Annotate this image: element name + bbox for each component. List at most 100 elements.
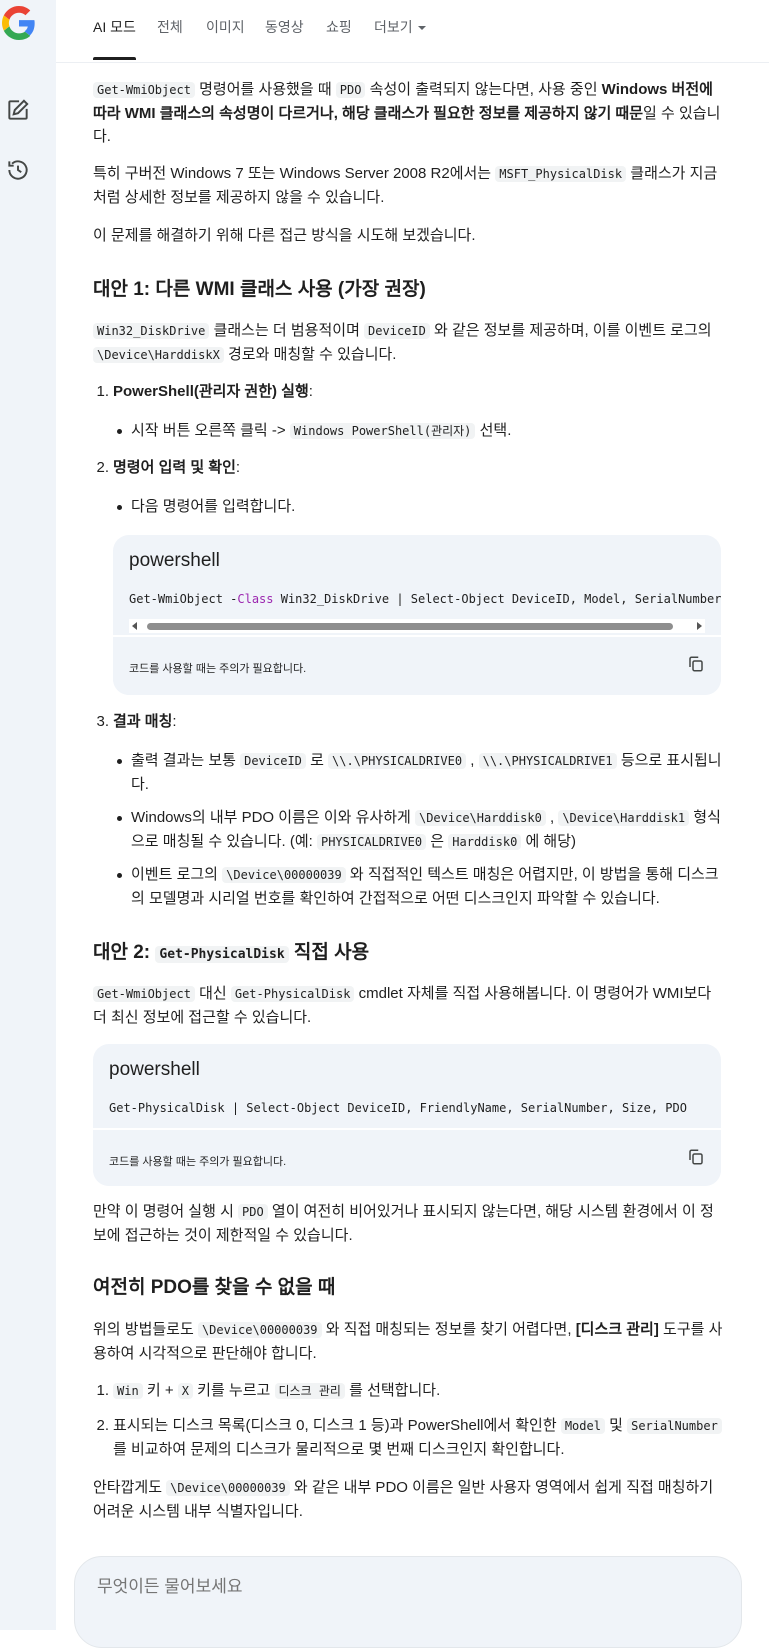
tab-all[interactable]: 전체 <box>157 17 183 37</box>
closing-paragraph: 안타깝게도 \Device\00000039 와 같은 내부 PDO 이름은 일… <box>93 1476 723 1523</box>
text: 속성이 출력되지 않는다면, 사용 중인 <box>365 81 602 98</box>
text: 대신 <box>194 985 231 1002</box>
tab-images[interactable]: 이미지 <box>206 17 245 37</box>
code-footer: 코드를 사용할 때는 주의가 필요합니다. <box>113 635 721 695</box>
copy-icon[interactable] <box>687 655 705 673</box>
inline-code: Model <box>560 1418 605 1434</box>
google-logo[interactable] <box>2 6 36 40</box>
code-keyword: Class <box>237 592 274 606</box>
code-block: powershell Get-WmiObject -Class Win32_Di… <box>113 535 721 695</box>
inline-code: \Device\HarddiskX <box>93 347 224 363</box>
inline-code: SerialNumber <box>627 1418 722 1434</box>
tab-videos[interactable]: 동영상 <box>265 17 304 37</box>
inline-code: Windows PowerShell(관리자) <box>289 423 476 439</box>
inline-code: PDO <box>335 82 366 98</box>
list-item: 시작 버튼 오른쪽 클릭 -> Windows PowerShell(관리자) … <box>93 419 723 442</box>
text: 키를 누르고 <box>192 1382 275 1399</box>
chevron-down-icon <box>417 26 426 31</box>
text: 출력 결과는 보통 <box>131 752 241 769</box>
inline-code: DeviceID <box>240 753 306 769</box>
text: , <box>466 752 479 769</box>
inline-code: \Device\00000039 <box>166 1480 290 1496</box>
code-line[interactable]: Get-PhysicalDisk | Select-Object DeviceI… <box>109 1097 687 1120</box>
tab-shopping[interactable]: 쇼핑 <box>326 17 352 37</box>
tab-ai-mode[interactable]: AI 모드 <box>93 17 136 60</box>
ask-input[interactable] <box>95 1571 659 1603</box>
inline-code: \Device\00000039 <box>222 867 346 883</box>
list-item: 다음 명령어를 입력합니다. <box>93 495 723 518</box>
code-caution-note: 코드를 사용할 때는 주의가 필요합니다. <box>109 1156 287 1168</box>
heading-alternative-2: 대안 2: Get-PhysicalDisk 직접 사용 <box>93 940 723 968</box>
text: 만약 이 명령어 실행 시 <box>93 1203 239 1220</box>
alt2-note-paragraph: 만약 이 명령어 실행 시 PDO 열이 여전히 비어있거나 표시되지 않는다면… <box>93 1200 723 1247</box>
text: 클래스는 더 범용적이며 <box>209 322 365 339</box>
history-icon[interactable] <box>5 157 31 183</box>
text: 다음 명령어를 입력합니다. <box>131 498 296 515</box>
fallback-step-1: 1. Win 키 + X 키를 누르고 디스크 관리 를 선택합니다. <box>93 1379 723 1403</box>
text: : <box>308 383 313 400</box>
step-title: PowerShell(관리자 권한) 실행 <box>113 383 309 400</box>
text: 명령어를 사용했을 때 <box>194 81 336 98</box>
text: 를 선택합니다. <box>344 1382 441 1399</box>
alt1-description: Win32_DiskDrive 클래스는 더 범용적이며 DeviceID 와 … <box>93 319 723 367</box>
intro-paragraph: Get-WmiObject 명령어를 사용했을 때 PDO 속성이 출력되지 않… <box>93 78 723 148</box>
step-2: 2. 명령어 입력 및 확인: <box>93 456 723 479</box>
text: 와 같은 정보를 제공하며, 이를 이벤트 로그의 <box>429 322 712 339</box>
inline-code: \Device\Harddisk0 <box>414 810 546 826</box>
heading-fallback: 여전히 PDO를 찾을 수 없을 때 <box>93 1277 336 1298</box>
new-chat-icon[interactable] <box>5 97 31 123</box>
scroll-thumb[interactable] <box>147 623 673 630</box>
step-1: 1. PowerShell(관리자 권한) 실행: <box>93 380 723 403</box>
bullet-icon <box>117 759 122 764</box>
list-item: 출력 결과는 보통 DeviceID 로 \\.\PHYSICALDRIVE0 … <box>93 749 723 796</box>
code-footer: 코드를 사용할 때는 주의가 필요합니다. <box>93 1128 721 1186</box>
sidebar <box>0 0 56 1630</box>
inline-code: Harddisk0 <box>448 834 522 850</box>
bullet-icon <box>117 873 122 878</box>
bullet-icon <box>117 429 122 434</box>
text: Windows의 내부 PDO 이름은 이와 유사하게 <box>131 809 415 826</box>
text: 경로와 매칭할 수 있습니다. <box>223 346 397 363</box>
heading-text: 직접 사용 <box>288 942 370 963</box>
text: 시작 버튼 오른쪽 클릭 -> <box>131 422 290 439</box>
tab-more[interactable]: 더보기 <box>374 17 426 37</box>
text: , <box>545 809 559 826</box>
scroll-right-icon[interactable] <box>697 622 702 630</box>
step-number: 2. <box>96 459 109 476</box>
list-item: Windows의 내부 PDO 이름은 이와 유사하게 \Device\Hard… <box>93 806 723 854</box>
inline-code: 디스크 관리 <box>274 1383 345 1399</box>
bullet-icon <box>117 505 122 510</box>
inline-code: \Device\00000039 <box>197 1322 322 1338</box>
text: : <box>235 459 241 476</box>
text: 와 직접 매칭되는 정보를 찾기 어렵다면, <box>321 1321 576 1338</box>
inline-code: DeviceID <box>364 323 430 339</box>
top-navigation: AI 모드 전체 이미지 동영상 쇼핑 더보기 <box>56 0 769 63</box>
bullet-icon <box>117 816 122 821</box>
text: 를 비교하여 문제의 디스크가 물리적으로 몇 번째 디스크인지 확인합니다. <box>113 1441 565 1458</box>
inline-code: Get-WmiObject <box>93 986 195 1002</box>
code-language-label: powershell <box>109 1059 200 1080</box>
step-3: 3. 결과 매칭: <box>93 710 723 733</box>
copy-icon[interactable] <box>687 1148 705 1166</box>
horizontal-scrollbar[interactable] <box>129 619 705 633</box>
text: : <box>172 713 177 730</box>
inline-code: \Device\Harddisk1 <box>558 810 690 826</box>
heading-alternative-1: 대안 1: 다른 WMI 클래스 사용 (가장 권장) <box>93 279 426 300</box>
code-text: Get-WmiObject - <box>129 592 238 606</box>
fallback-step-2: 2. 표시되는 디스크 목록(디스크 0, 디스크 1 등)과 PowerShe… <box>93 1414 723 1461</box>
step-title: 명령어 입력 및 확인 <box>113 459 236 476</box>
list-item: 이벤트 로그의 \Device\00000039 와 직접적인 텍스트 매칭은 … <box>93 863 723 910</box>
inline-code: Win <box>113 1383 143 1399</box>
code-line[interactable]: Get-WmiObject -Class Win32_DiskDrive | S… <box>129 588 721 611</box>
step-number: 2. <box>96 1417 109 1434</box>
text: 및 <box>604 1417 628 1434</box>
code-caution-note: 코드를 사용할 때는 주의가 필요합니다. <box>129 663 307 675</box>
inline-code: X <box>177 1383 193 1399</box>
inline-code: Get-WmiObject <box>93 82 195 98</box>
text: 위의 방법들로도 <box>93 1321 198 1338</box>
step-number: 3. <box>96 713 109 730</box>
fallback-description: 위의 방법들로도 \Device\00000039 와 직접 매칭되는 정보를 … <box>93 1318 723 1365</box>
text: 로 <box>305 752 329 769</box>
inline-code: \\.\PHYSICALDRIVE1 <box>478 753 617 769</box>
scroll-left-icon[interactable] <box>132 622 137 630</box>
